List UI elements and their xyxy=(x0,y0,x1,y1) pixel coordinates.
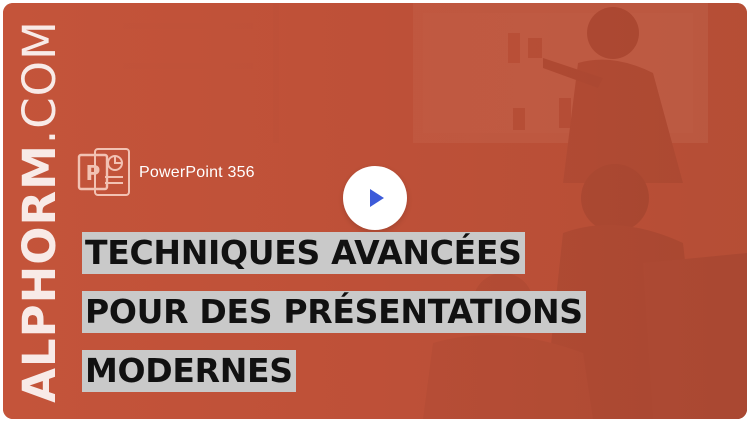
title-line-text: MODERNES xyxy=(82,350,296,392)
course-thumbnail-card[interactable]: ALPHORM.COM P PowerPoint 356 TECHNIQUES … xyxy=(3,3,747,419)
powerpoint-icon: P xyxy=(77,148,130,196)
title-line-text: TECHNIQUES AVANCÉES xyxy=(82,232,525,274)
product-badge: P PowerPoint 356 xyxy=(75,145,255,201)
title-line: MODERNES xyxy=(82,349,586,400)
powerpoint-icon-letter: P xyxy=(86,161,101,185)
product-name: PowerPoint 356 xyxy=(139,164,255,181)
title-line-text: POUR DES PRÉSENTATIONS xyxy=(82,291,586,333)
title-line: POUR DES PRÉSENTATIONS xyxy=(82,290,586,341)
play-button[interactable] xyxy=(343,166,407,230)
brand-domain: .COM xyxy=(12,19,66,144)
brand-logo: ALPHORM.COM xyxy=(9,9,69,413)
play-icon xyxy=(370,189,384,207)
title-line: TECHNIQUES AVANCÉES xyxy=(82,231,586,282)
course-title: TECHNIQUES AVANCÉES POUR DES PRÉSENTATIO… xyxy=(82,231,586,408)
brand-name: ALPHORM xyxy=(12,143,66,403)
